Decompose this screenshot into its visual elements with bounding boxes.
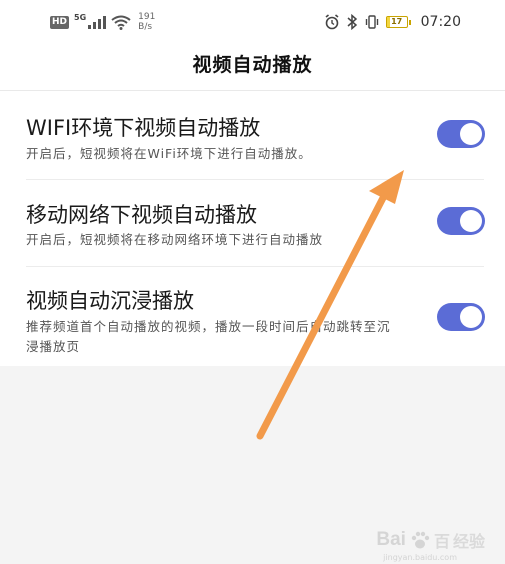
network-speed: 191 B/s	[138, 12, 155, 32]
page-title: 视频自动播放	[192, 54, 313, 76]
toggle-mobile-autoplay[interactable]	[437, 207, 485, 235]
wifi-icon	[111, 15, 131, 30]
watermark-brand-end: 百	[433, 532, 450, 551]
setting-row-mobile-autoplay[interactable]: 移动网络下视频自动播放 开启后，短视频将在移动网络环境下进行自动播放	[0, 180, 505, 267]
setting-desc: 开启后，短视频将在WiFi环境下进行自动播放。	[26, 146, 312, 161]
clock: 07:20	[420, 14, 461, 30]
setting-title: 视频自动沉浸播放	[26, 289, 194, 313]
battery-tip	[408, 19, 411, 25]
toggle-immersive-autoplay[interactable]	[437, 303, 485, 331]
setting-title: 移动网络下视频自动播放	[26, 203, 257, 227]
status-bar: HD 5G 191 B/s 17 07:20	[0, 0, 505, 44]
status-left: HD 5G 191 B/s	[50, 10, 155, 34]
alarm-icon	[325, 14, 339, 30]
setting-row-wifi-autoplay[interactable]: WIFI环境下视频自动播放 开启后，短视频将在WiFi环境下进行自动播放。	[0, 92, 505, 180]
status-right: 17 07:20	[324, 10, 461, 34]
battery-level: 17	[391, 17, 403, 26]
vibrate-icon	[365, 15, 378, 29]
watermark-suffix: 经验	[452, 532, 485, 551]
speed-unit: B/s	[138, 22, 153, 32]
hd-badge: HD	[50, 15, 70, 29]
speed-value: 191	[138, 12, 156, 22]
toggle-knob	[460, 306, 482, 328]
paw-icon	[411, 531, 430, 549]
battery-body: 17	[385, 16, 408, 28]
toggle-knob	[460, 123, 482, 145]
battery-indicator: 17	[385, 16, 411, 28]
setting-desc: 开启后，短视频将在移动网络环境下进行自动播放	[26, 232, 324, 247]
watermark-url: jingyan.baidu.com	[383, 553, 457, 562]
battery-fill	[386, 17, 391, 27]
network-type: 5G	[74, 12, 87, 22]
signal-icon	[88, 15, 107, 29]
setting-desc: 推荐频道首个自动播放的视频，播放一段时间后自动跳转至沉浸播放页	[26, 319, 391, 354]
title-divider	[0, 90, 505, 91]
baidu-watermark: Bai 百 经验	[376, 528, 485, 552]
setting-row-immersive-autoplay[interactable]: 视频自动沉浸播放 推荐频道首个自动播放的视频，播放一段时间后自动跳转至沉浸播放页	[0, 267, 505, 366]
bluetooth-icon	[347, 14, 357, 30]
toggle-knob	[460, 210, 482, 232]
watermark-brand: Bai	[376, 529, 406, 550]
toggle-wifi-autoplay[interactable]	[437, 120, 485, 148]
setting-title: WIFI环境下视频自动播放	[26, 116, 261, 140]
screen: HD 5G 191 B/s 17 07:20 视频自动播放 WIFI环境下视频自…	[0, 0, 505, 564]
